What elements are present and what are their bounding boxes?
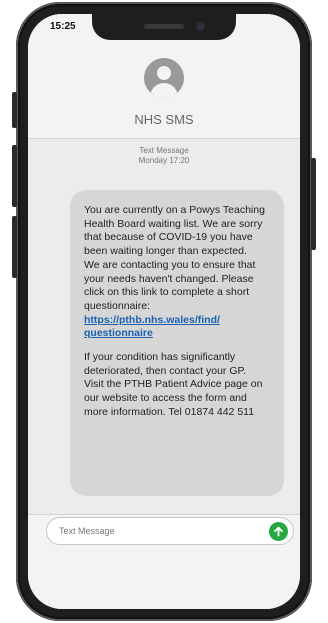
- message-input[interactable]: Text Message: [46, 517, 294, 545]
- avatar-head: [157, 66, 171, 80]
- avatar-body: [150, 83, 178, 98]
- questionnaire-link[interactable]: https://pthb.nhs.wales/find/ questionnai…: [84, 314, 272, 341]
- link-line[interactable]: questionnaire: [84, 327, 153, 339]
- status-time: 15:25: [50, 21, 76, 32]
- message-line: If your condition has significantly: [84, 351, 236, 364]
- message-paragraph-2: If your condition has significantly dete…: [84, 351, 272, 420]
- notch: [92, 14, 236, 40]
- message-date-label: Monday 17:20: [138, 156, 190, 165]
- contact-name[interactable]: NHS SMS: [28, 112, 300, 127]
- person-icon[interactable]: [144, 58, 184, 98]
- message-type-label: Text Message: [139, 146, 189, 155]
- message-line: our website to access the form and: [84, 392, 247, 405]
- message-input-placeholder: Text Message: [59, 526, 115, 536]
- message-line: You are currently on a Powys Teaching: [84, 204, 265, 216]
- message-timestamp: Text Message Monday 17:20: [28, 146, 300, 166]
- message-bubble: You are currently on a Powys Teaching He…: [70, 190, 284, 496]
- message-line: Health Board waiting list. We are sorry: [84, 217, 263, 230]
- message-line: click on this link to complete a short: [84, 286, 250, 299]
- message-line: Visit the PTHB Patient Advice page on: [84, 378, 263, 391]
- message-line: that because of COVID-19 you have: [84, 231, 253, 244]
- message-line: been waiting longer than expected.: [84, 245, 247, 258]
- message-line: more information. Tel 01874 442 511: [84, 405, 255, 418]
- camera-icon: [196, 22, 205, 31]
- speaker-grille: [144, 24, 184, 29]
- message-paragraph-1: You are currently on a Powys Teaching He…: [84, 204, 272, 341]
- message-line: your needs haven't changed. Please: [84, 272, 254, 285]
- link-line[interactable]: https://pthb.nhs.wales/find/: [84, 314, 220, 326]
- message-line: questionnaire:: [84, 299, 150, 312]
- message-line: deteriorated, then contact your GP.: [84, 364, 247, 377]
- arrow-up-icon: [274, 526, 283, 537]
- send-button[interactable]: [269, 522, 288, 541]
- message-line: We are contacting you to ensure that: [84, 258, 256, 271]
